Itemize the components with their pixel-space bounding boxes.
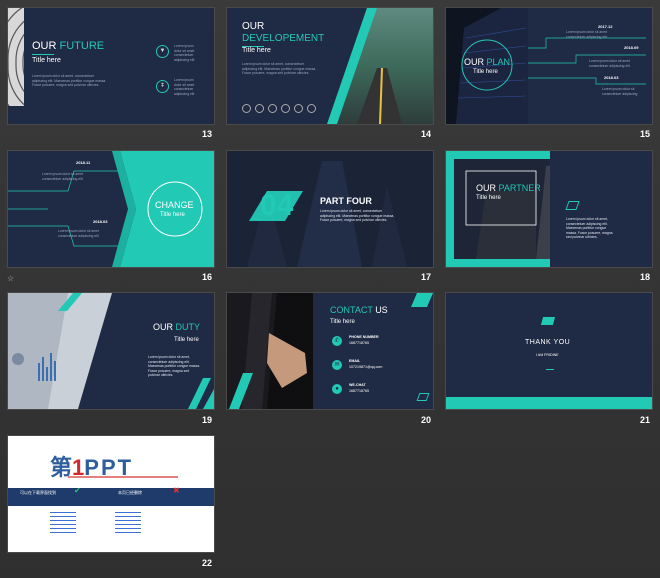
- slide-number: 19: [201, 415, 212, 425]
- partner-photo: [446, 151, 652, 267]
- slide-15-thumbnail[interactable]: OUR PLAN Title here 2017.12 Lorem ipsum …: [446, 8, 652, 124]
- link-list: [20, 512, 200, 542]
- slide-21-title: THANK YOU: [525, 339, 571, 346]
- phone-icon: ✆: [332, 336, 342, 346]
- slide-20-thumbnail[interactable]: CONTACT US Title here ✆ PHONE NUMBER 168…: [227, 293, 433, 409]
- banner-left-text: 可以在下载界面找到: [20, 490, 56, 495]
- slide-number: 18: [639, 272, 650, 282]
- slide-19-thumbnail[interactable]: OUR DUTY Title here Lorem ipsum dolor si…: [8, 293, 214, 409]
- slide-number: 22: [201, 558, 212, 568]
- slide-14-subtitle: Title here: [242, 47, 271, 54]
- contact-label: PHONE NUMBER: [349, 335, 379, 339]
- slide-19-subtitle: Title here: [174, 337, 199, 343]
- slide-16-thumbnail[interactable]: 2018.11 Lorem ipsum dolor sit amet consec…: [8, 151, 214, 267]
- slide-17-thumbnail[interactable]: 04 PART FOUR Lorem ipsum dolor sit amet,…: [227, 151, 433, 267]
- slide-number: 21: [639, 415, 650, 425]
- report-photo: [8, 293, 214, 409]
- chat-icon: ●: [332, 384, 342, 394]
- slide-15-subtitle: Title here: [473, 69, 498, 75]
- slide-number: 15: [639, 129, 650, 139]
- thermometer-icon: ǂ: [156, 80, 169, 93]
- slide-number: 17: [420, 272, 431, 282]
- contact-value: 1687718765: [349, 389, 369, 393]
- slide-15-title: OUR PLAN: [464, 57, 511, 67]
- check-icon: ✔: [74, 486, 81, 495]
- contact-value: 1687718765: [349, 341, 369, 345]
- slide-18-subtitle: Title here: [476, 195, 501, 201]
- teal-footer-bar: [446, 397, 652, 409]
- slide-13-thumbnail[interactable]: OUR FUTURE Title here Lorem ipsum dolor …: [8, 8, 214, 124]
- cross-icon: ✖: [173, 486, 180, 495]
- contact-value: 107219871@qq.com: [349, 365, 383, 369]
- banner-right-text: 本页已经删除: [118, 490, 142, 495]
- slide-17-number: 04: [260, 189, 294, 222]
- slide-16-subtitle: Title here: [160, 212, 185, 218]
- slide-number: 20: [420, 415, 431, 425]
- slide-17-title: PART FOUR: [320, 196, 372, 206]
- slide-18-title: OUR PARTNER: [476, 183, 541, 193]
- spiral-pattern: [8, 8, 214, 124]
- slide-14-title: OUR DEVELOPEMENT: [242, 21, 325, 44]
- slide-18-thumbnail[interactable]: OUR PARTNER Title here Lorem ipsum dolor…: [446, 151, 652, 267]
- email-icon: ✉: [332, 360, 342, 370]
- slide-19-title: OUR DUTY: [153, 322, 201, 332]
- slide-21-thumbnail[interactable]: THANK YOU I AM FRIDINE: [446, 293, 652, 409]
- slide-22-thumbnail[interactable]: 第1PPT 可以在下载界面找到 ✔ 本页已经删除 ✖: [8, 436, 214, 552]
- date-label: 2017.12: [598, 24, 613, 29]
- logo-shape: [540, 317, 556, 325]
- contact-label: WE-CHAT: [349, 383, 366, 387]
- social-icons-row: [242, 100, 316, 118]
- slide-13-subtitle: Title here: [32, 57, 61, 64]
- tshirt-icon: ▼: [156, 45, 169, 58]
- date-label: 2018.03: [93, 219, 108, 224]
- date-label: 2018.09: [624, 45, 639, 50]
- slide-number: 14: [420, 129, 431, 139]
- slide-21-subtitle: I AM FRIDINE: [536, 353, 559, 357]
- date-label: 2018.03: [604, 75, 619, 80]
- slide-number: 13: [201, 129, 212, 139]
- slide-20-subtitle: Title here: [330, 319, 355, 325]
- slide-16-title: CHANGE: [155, 200, 194, 210]
- slide-14-thumbnail[interactable]: OUR DEVELOPEMENT Title here Lorem ipsum d…: [227, 8, 433, 124]
- slide-20-title: CONTACT US: [330, 305, 388, 315]
- star-icon: ☆: [7, 274, 15, 283]
- date-label: 2018.11: [76, 160, 91, 165]
- slide-number: 16: [201, 272, 212, 282]
- contact-label: EMAIL: [349, 359, 361, 363]
- slide-13-title: OUR FUTURE: [32, 40, 105, 52]
